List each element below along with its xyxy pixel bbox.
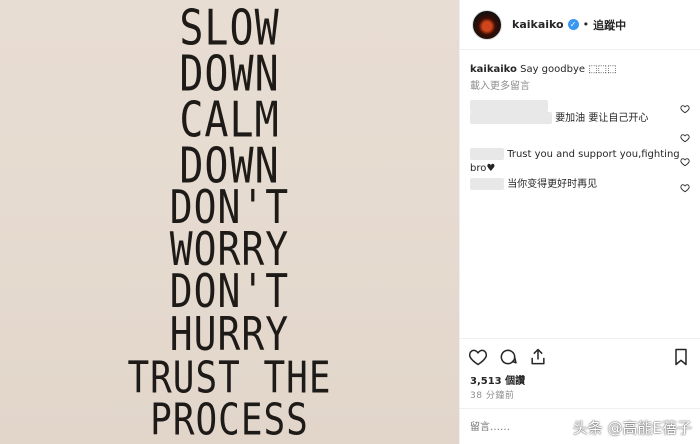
follow-status-button[interactable]: 追蹤中 bbox=[593, 17, 626, 33]
likes-count[interactable]: 3,513 個讚 bbox=[470, 372, 525, 387]
bookmark-icon[interactable] bbox=[671, 347, 691, 367]
share-upload-icon[interactable] bbox=[528, 347, 548, 367]
caption-text: Say goodbye ⬚⬚⬚ bbox=[520, 64, 617, 75]
header-username[interactable]: kaikaiko bbox=[512, 18, 564, 31]
post-timestamp: 38 分鐘前 bbox=[470, 391, 515, 401]
caption-username[interactable]: kaikaiko bbox=[470, 64, 517, 75]
post-image: SLOW DOWN CALM DOWN DON'T WORRY DON'T HU… bbox=[0, 0, 459, 444]
load-more-comments-link[interactable]: 載入更多留言 bbox=[470, 80, 695, 94]
actions-bar bbox=[460, 338, 700, 374]
comment-text: 当你变得更好时再见 bbox=[507, 179, 598, 190]
poster-line: PROCESS bbox=[150, 395, 309, 444]
like-comment-icon[interactable] bbox=[680, 133, 690, 143]
comment-item: 要加油 要让自己开心 bbox=[470, 100, 695, 126]
blurred-username bbox=[470, 100, 548, 112]
avatar[interactable] bbox=[472, 9, 502, 40]
verified-badge-icon: ✓ bbox=[567, 19, 579, 30]
poster-line: TRUST THE bbox=[127, 353, 332, 404]
comment-item: 当你变得更好时再见 bbox=[470, 178, 695, 192]
like-heart-icon[interactable] bbox=[468, 347, 488, 367]
poster-line: HURRY bbox=[169, 307, 290, 362]
comment-bubble-icon[interactable] bbox=[498, 347, 518, 367]
caption: kaikaiko Say goodbye ⬚⬚⬚ bbox=[470, 63, 695, 77]
comment-text: 要加油 要让自己开心 bbox=[555, 113, 649, 124]
post-header: kaikaiko ✓ • 追蹤中 bbox=[460, 0, 700, 50]
blurred-username bbox=[470, 148, 504, 160]
like-comment-icon[interactable] bbox=[680, 104, 690, 114]
comment-item: Trust you and support you,fighting bro♥ bbox=[470, 148, 695, 176]
like-comment-icon[interactable] bbox=[680, 157, 690, 167]
blurred-username bbox=[470, 178, 504, 190]
blurred-username bbox=[470, 112, 552, 124]
watermark: 头条 @高能E蓓子 bbox=[572, 419, 692, 437]
like-comment-icon[interactable] bbox=[680, 183, 690, 193]
side-panel: kaikaiko ✓ • 追蹤中 kaikaiko Say goodbye ⬚⬚… bbox=[459, 0, 700, 444]
separator-dot: • bbox=[582, 18, 590, 31]
